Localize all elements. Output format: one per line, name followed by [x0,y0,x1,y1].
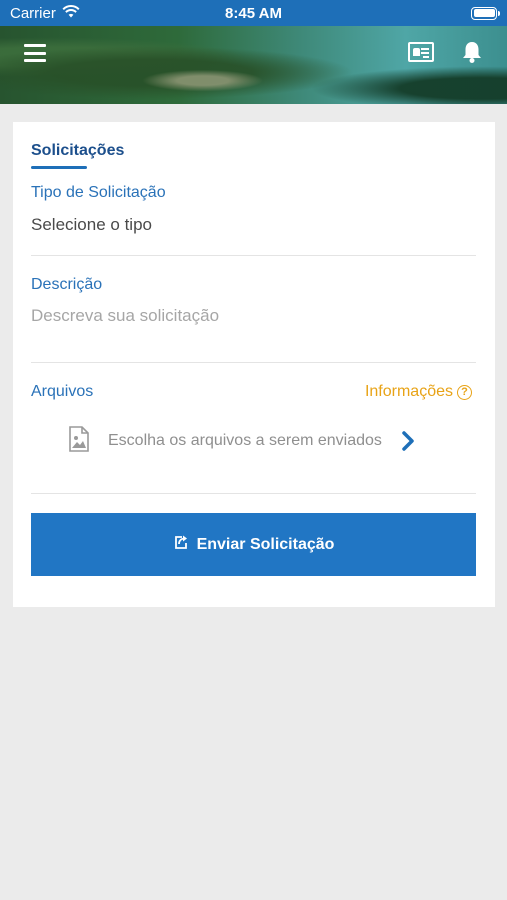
status-left: Carrier [10,5,80,22]
info-link[interactable]: Informações ? [365,383,472,401]
divider [31,255,476,256]
file-picker[interactable]: Escolha os arquivos a serem enviados [68,424,428,458]
id-card-icon[interactable] [408,42,434,62]
wifi-icon [62,4,80,22]
submit-label: Enviar Solicitação [196,535,335,553]
divider [31,362,476,363]
divider [31,493,476,494]
request-form-card: Solicitações Tipo de Solicitação Selecio… [13,122,495,607]
type-select[interactable]: Selecione o tipo [31,215,152,235]
status-bar: Carrier 8:45 AM [0,0,507,26]
menu-icon[interactable] [24,44,46,62]
description-label: Descrição [31,276,103,293]
chevron-right-icon [401,431,415,456]
battery-icon [471,6,500,20]
file-picker-label: Escolha os arquivos a serem enviados [108,432,382,449]
section-underline [31,166,87,169]
section-title: Solicitações [31,142,125,159]
image-file-icon [68,425,90,457]
description-input[interactable]: Descreva sua solicitação [31,306,219,326]
bell-icon[interactable] [461,40,483,64]
files-label: Arquivos [31,383,94,400]
type-label: Tipo de Solicitação [31,184,166,201]
carrier-label: Carrier [10,4,56,22]
submit-button[interactable]: Enviar Solicitação [31,513,476,576]
header-banner [0,26,507,104]
info-link-label: Informações [364,383,453,400]
share-icon [173,534,189,555]
question-icon: ? [457,384,472,400]
